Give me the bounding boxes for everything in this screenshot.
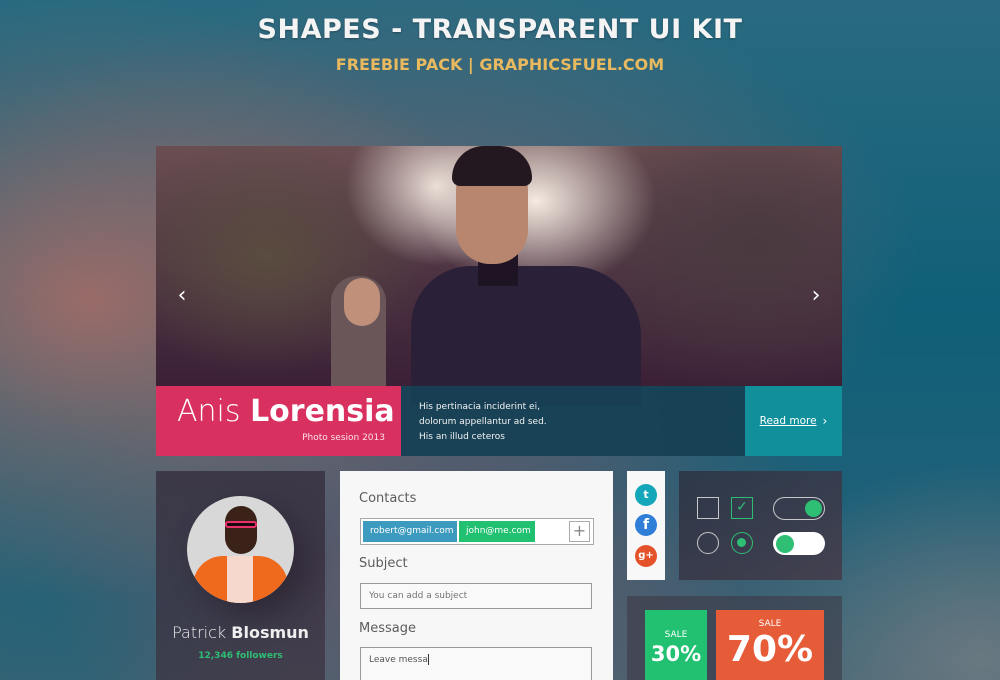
toggle-knob[interactable]: [805, 499, 822, 517]
hero-last-name: Lorensia: [250, 394, 395, 429]
avatar-glasses: [225, 521, 257, 528]
chevron-right-icon: ›: [822, 414, 828, 428]
avatar-head: [225, 506, 257, 554]
radio-unselected[interactable]: [697, 532, 719, 554]
page-header: SHAPES - TRANSPARENT UI KIT FREEBIE PACK…: [0, 14, 1000, 74]
add-contact-button[interactable]: +: [569, 521, 590, 542]
hero-caption-text: His pertinacia inciderint ei, dolorum ap…: [401, 386, 745, 456]
profile-first-name: Patrick: [172, 623, 227, 642]
hero-first-name: Anis: [177, 394, 241, 429]
contacts-label: Contacts: [359, 491, 417, 506]
hero-text-line: His pertinacia inciderint ei,: [419, 402, 540, 412]
message-textarea[interactable]: Leave messa: [360, 647, 592, 680]
toggle-knob[interactable]: [776, 534, 794, 553]
slider-prev-chevron-icon[interactable]: ‹: [172, 284, 192, 308]
text-caret: [427, 654, 429, 665]
photo-man-hair: [452, 146, 532, 186]
subject-input[interactable]: [360, 583, 592, 609]
sale-badge-30[interactable]: SALE 30%: [645, 610, 707, 680]
radio-selected[interactable]: [731, 532, 753, 554]
form-controls-card: ✓: [679, 471, 842, 580]
subject-label: Subject: [359, 556, 408, 571]
google-plus-icon[interactable]: g+: [635, 545, 657, 567]
followers-count[interactable]: 12,346 followers: [156, 651, 325, 661]
contact-chip[interactable]: john@me.com: [459, 521, 535, 542]
profile-last-name: Blosmun: [231, 623, 309, 642]
sale-badges-card: SALE 30% SALE 70%: [627, 596, 842, 680]
message-label: Message: [359, 621, 416, 636]
photo-woman-head: [344, 278, 380, 326]
toggle-switch-on[interactable]: [773, 497, 825, 520]
toggle-switch-off[interactable]: [773, 532, 825, 555]
facebook-icon[interactable]: f: [635, 514, 657, 536]
contacts-input[interactable]: robert@gmail.com john@me.com +: [360, 518, 594, 545]
sale-badge-70[interactable]: SALE 70%: [716, 610, 824, 680]
avatar[interactable]: [187, 496, 294, 603]
message-value: Leave messa: [369, 655, 428, 665]
avatar-shirt: [227, 556, 253, 603]
hero-caption-name: Anis Lorensia Photo sesion 2013: [156, 386, 401, 456]
hero-photo-session: Photo sesion 2013: [302, 433, 385, 443]
hero-text-line: His an illud ceteros: [419, 432, 505, 442]
slider-next-chevron-icon[interactable]: ›: [806, 284, 826, 308]
sale-value: 70%: [726, 629, 814, 670]
sale-label: SALE: [664, 630, 688, 640]
hero-text-line: dolorum appellantur ad sed.: [419, 417, 547, 427]
social-share-bar: t f g+: [627, 471, 665, 580]
profile-name: Patrick Blosmun: [156, 623, 325, 642]
hero-name: Anis Lorensia: [177, 394, 395, 429]
sale-label: SALE: [758, 619, 782, 629]
page-title: SHAPES - TRANSPARENT UI KIT: [257, 14, 743, 45]
profile-card: Patrick Blosmun 12,346 followers: [156, 471, 325, 680]
read-more-button[interactable]: Read more ›: [745, 386, 842, 456]
sale-value: 30%: [650, 642, 702, 666]
hero-slider: ‹ › Anis Lorensia Photo sesion 2013 His …: [156, 146, 842, 456]
page-subtitle: FREEBIE PACK | GRAPHICSFUEL.COM: [335, 55, 665, 74]
checkmark-icon: ✓: [736, 499, 748, 515]
checkbox-unchecked[interactable]: [697, 497, 719, 519]
read-more-link[interactable]: Read more: [760, 415, 817, 427]
photo-man-body: [411, 266, 641, 406]
hero-photo: [156, 146, 842, 406]
checkbox-checked[interactable]: ✓: [731, 497, 753, 519]
twitter-icon[interactable]: t: [635, 484, 657, 506]
message-form: Contacts robert@gmail.com john@me.com + …: [340, 471, 613, 680]
contact-chip[interactable]: robert@gmail.com: [363, 521, 457, 542]
